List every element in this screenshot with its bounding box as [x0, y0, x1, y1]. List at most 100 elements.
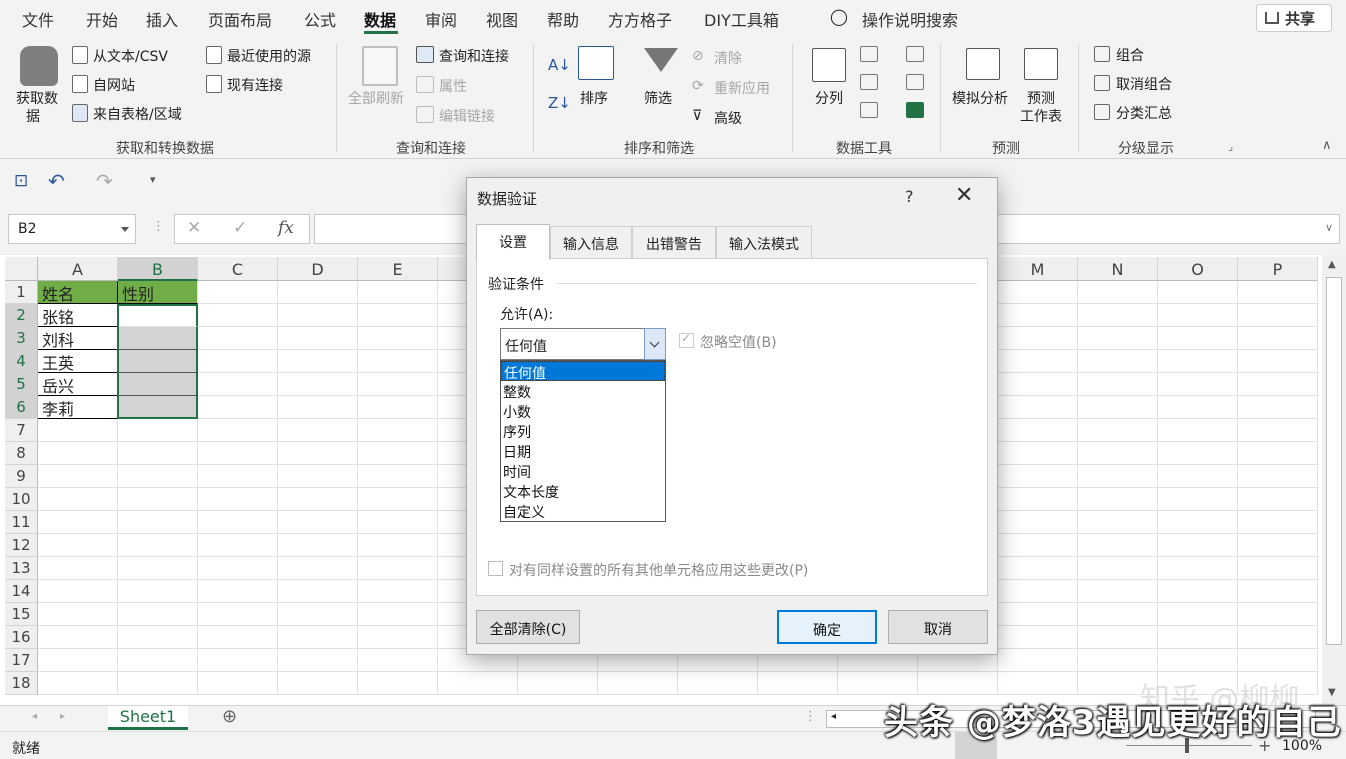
cell-e17[interactable]: [358, 649, 438, 672]
cell-a3[interactable]: 刘科: [38, 327, 118, 350]
sort-az-icon[interactable]: A↓: [548, 56, 571, 74]
cell-p1[interactable]: [1238, 281, 1318, 304]
row-header[interactable]: 7: [5, 419, 38, 442]
cell-m10[interactable]: [998, 488, 1078, 511]
cell-a16[interactable]: [38, 626, 118, 649]
cell-o4[interactable]: [1158, 350, 1238, 373]
cell-c7[interactable]: [198, 419, 278, 442]
cell-e16[interactable]: [358, 626, 438, 649]
cell-o1[interactable]: [1158, 281, 1238, 304]
relationships-icon[interactable]: [906, 74, 924, 90]
row-header[interactable]: 13: [5, 557, 38, 580]
cell-n9[interactable]: [1078, 465, 1158, 488]
from-text-csv-button[interactable]: 从文本/CSV: [93, 46, 168, 66]
column-header-p[interactable]: P: [1238, 257, 1318, 281]
share-button[interactable]: 共享: [1256, 4, 1332, 32]
insert-function-icon[interactable]: fx: [278, 218, 294, 238]
recent-sources-button[interactable]: 最近使用的源: [227, 46, 311, 66]
sort-button[interactable]: 排序: [580, 88, 608, 108]
cell-p10[interactable]: [1238, 488, 1318, 511]
cell-d8[interactable]: [278, 442, 358, 465]
zoom-slider[interactable]: [1126, 745, 1252, 746]
cell-a6[interactable]: 李莉: [38, 396, 118, 419]
cell-b14[interactable]: [118, 580, 198, 603]
cell-o9[interactable]: [1158, 465, 1238, 488]
row-header[interactable]: 5: [5, 373, 38, 396]
next-sheet-icon[interactable]: ▸: [60, 711, 65, 722]
cell-d12[interactable]: [278, 534, 358, 557]
cell-c9[interactable]: [198, 465, 278, 488]
cell-c8[interactable]: [198, 442, 278, 465]
menu-review[interactable]: 审阅: [425, 7, 457, 31]
expand-formula-icon[interactable]: ∨: [1325, 221, 1333, 234]
row-header[interactable]: 3: [5, 327, 38, 350]
group-button[interactable]: 组合: [1116, 45, 1144, 65]
ignore-blank-checkbox[interactable]: ✓: [679, 331, 694, 348]
cell-f18[interactable]: [438, 672, 518, 695]
cell-o12[interactable]: [1158, 534, 1238, 557]
cell-a7[interactable]: [38, 419, 118, 442]
data-model-icon[interactable]: [906, 102, 924, 118]
menu-view[interactable]: 视图: [486, 7, 518, 31]
cell-n16[interactable]: [1078, 626, 1158, 649]
cell-n5[interactable]: [1078, 373, 1158, 396]
menu-formulas[interactable]: 公式: [304, 7, 336, 31]
row-header[interactable]: 6: [5, 396, 38, 419]
cell-a4[interactable]: 王英: [38, 350, 118, 373]
cell-p8[interactable]: [1238, 442, 1318, 465]
row-header[interactable]: 18: [5, 672, 38, 695]
row-header[interactable]: 8: [5, 442, 38, 465]
cell-m4[interactable]: [998, 350, 1078, 373]
cell-e12[interactable]: [358, 534, 438, 557]
select-all-corner[interactable]: [5, 257, 38, 281]
cell-b8[interactable]: [118, 442, 198, 465]
add-sheet-icon[interactable]: ⊕: [222, 706, 237, 727]
cell-e15[interactable]: [358, 603, 438, 626]
cell-c17[interactable]: [198, 649, 278, 672]
cell-n1[interactable]: [1078, 281, 1158, 304]
cell-m1[interactable]: [998, 281, 1078, 304]
cell-d14[interactable]: [278, 580, 358, 603]
menu-help[interactable]: 帮助: [547, 7, 579, 31]
cell-d16[interactable]: [278, 626, 358, 649]
cell-e6[interactable]: [358, 396, 438, 419]
cell-d13[interactable]: [278, 557, 358, 580]
sheet-tab[interactable]: Sheet1: [108, 706, 188, 730]
row-header[interactable]: 15: [5, 603, 38, 626]
option-list[interactable]: 序列: [501, 421, 665, 441]
cell-o5[interactable]: [1158, 373, 1238, 396]
cell-e8[interactable]: [358, 442, 438, 465]
cell-a12[interactable]: [38, 534, 118, 557]
menu-data[interactable]: 数据: [364, 7, 396, 31]
option-decimal[interactable]: 小数: [501, 401, 665, 421]
cell-c1[interactable]: [198, 281, 278, 304]
cell-p14[interactable]: [1238, 580, 1318, 603]
customize-qat-icon[interactable]: ▾: [150, 173, 156, 186]
cell-n4[interactable]: [1078, 350, 1158, 373]
cell-m15[interactable]: [998, 603, 1078, 626]
cell-a15[interactable]: [38, 603, 118, 626]
tab-input-message[interactable]: 输入信息: [550, 226, 632, 258]
cell-d9[interactable]: [278, 465, 358, 488]
cell-m17[interactable]: [998, 649, 1078, 672]
menu-page-layout[interactable]: 页面布局: [208, 7, 272, 31]
cell-m11[interactable]: [998, 511, 1078, 534]
cell-e13[interactable]: [358, 557, 438, 580]
data-validation-icon[interactable]: [860, 102, 878, 118]
vertical-scrollbar[interactable]: ▲ ▼: [1322, 255, 1346, 705]
column-header-m[interactable]: M: [998, 257, 1078, 281]
row-header[interactable]: 10: [5, 488, 38, 511]
cell-e1[interactable]: [358, 281, 438, 304]
cell-a2[interactable]: 张铭: [38, 304, 118, 327]
what-if-button[interactable]: 模拟分析: [952, 88, 1008, 108]
cell-p15[interactable]: [1238, 603, 1318, 626]
cell-b9[interactable]: [118, 465, 198, 488]
cell-m7[interactable]: [998, 419, 1078, 442]
dialog-launcher-icon[interactable]: ⌟: [1228, 140, 1233, 153]
flash-fill-icon[interactable]: [860, 46, 878, 62]
existing-connections-button[interactable]: 现有连接: [227, 75, 283, 95]
cell-e11[interactable]: [358, 511, 438, 534]
cell-d10[interactable]: [278, 488, 358, 511]
cell-a8[interactable]: [38, 442, 118, 465]
cell-l18[interactable]: [918, 672, 998, 695]
